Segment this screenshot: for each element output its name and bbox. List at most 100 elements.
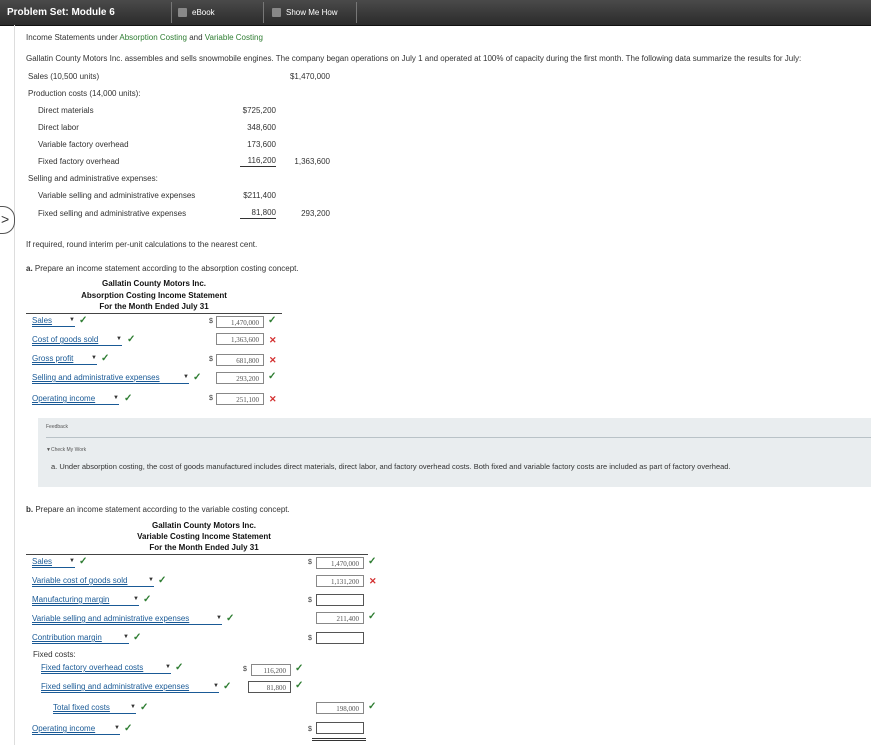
check-icon: ✓ [295, 663, 304, 674]
selling-admin-expenses-select[interactable]: Selling and administrative expenses ▼ [32, 373, 189, 384]
production-costs-label: Production costs (14,000 units): [28, 89, 141, 98]
check-icon: ✓ [193, 372, 202, 383]
variable-selling-admin-input[interactable]: 211,400 [316, 612, 364, 624]
direct-labor-label: Direct labor [38, 123, 79, 132]
sales-label: Sales (10,500 units) [28, 72, 100, 81]
double-underline [312, 738, 366, 741]
fixed-selling-admin-label: Fixed selling and administrative expense… [38, 209, 187, 218]
show-me-how-button[interactable]: Show Me How [286, 8, 338, 17]
contribution-margin-input[interactable] [316, 632, 364, 644]
chevron-down-icon: ▼ [113, 395, 119, 401]
direct-labor-value: 348,600 [247, 123, 276, 132]
absorption-costing-link[interactable]: Absorption Costing [119, 33, 187, 42]
part-a-company: Gallatin County Motors Inc. [101, 279, 206, 288]
check-icon: ✓ [268, 371, 277, 382]
feedback-panel: Feedback ▼Check My Work a. Under absorpt… [38, 418, 871, 487]
fixed-selling-admin-input[interactable]: 81,800 [248, 681, 291, 693]
problem-set-title: Problem Set: Module 6 [7, 7, 115, 18]
chevron-down-icon: ▼ [123, 634, 129, 640]
variable-selling-admin-label: Variable selling and administrative expe… [38, 191, 196, 200]
production-total-value: 1,363,600 [294, 157, 330, 166]
ebook-button[interactable]: eBook [192, 8, 215, 17]
variable-selling-admin-value: $211,400 [243, 191, 276, 200]
variable-selling-admin-select[interactable]: Variable selling and administrative expe… [32, 614, 222, 625]
part-b-statement-title: Variable Costing Income Statement [137, 532, 271, 541]
feedback-label: Feedback [46, 424, 68, 430]
selling-admin-input[interactable]: 293,200 [216, 372, 264, 384]
feedback-rule [46, 437, 871, 438]
chevron-down-icon: ▼ [114, 725, 120, 731]
check-icon: ✓ [295, 680, 304, 691]
gross-profit-input[interactable]: 681,800 [216, 354, 264, 366]
check-my-work-toggle[interactable]: ▼Check My Work [46, 447, 86, 453]
fixed-factory-overhead-input[interactable]: 116,200 [251, 664, 291, 676]
problem-heading: Income Statements under Absorption Costi… [26, 33, 263, 42]
check-icon: ✓ [79, 556, 88, 567]
chevron-down-icon: ▼ [183, 374, 189, 380]
check-icon: ✓ [223, 681, 232, 692]
total-fixed-costs-select[interactable]: Total fixed costs ▼ [53, 703, 136, 714]
fixed-factory-overhead-label: Fixed factory overhead [38, 157, 120, 166]
cross-icon: ✕ [269, 335, 277, 345]
part-a-statement-title: Absorption Costing Income Statement [81, 291, 227, 300]
b-operating-income-select[interactable]: Operating income ▼ [32, 724, 120, 735]
operating-income-input[interactable]: 251,100 [216, 393, 264, 405]
part-b-company: Gallatin County Motors Inc. [151, 521, 256, 530]
rounding-note: If required, round interim per-unit calc… [26, 240, 258, 249]
toolbar-divider [171, 2, 172, 23]
fixed-selling-admin-select[interactable]: Fixed selling and administrative expense… [41, 682, 219, 693]
part-b-period: For the Month Ended July 31 [149, 543, 259, 552]
check-icon: ✓ [140, 702, 149, 713]
variable-costing-link[interactable]: Variable Costing [205, 33, 263, 42]
check-icon: ✓ [124, 393, 133, 404]
b-operating-income-input[interactable] [316, 722, 364, 734]
toolbar-divider [263, 2, 264, 23]
total-fixed-costs-input[interactable]: 198,000 [316, 702, 364, 714]
chevron-down-icon: ▼ [148, 577, 154, 583]
part-b-prompt: b. Prepare an income statement according… [26, 505, 290, 514]
fixed-factory-overhead-select[interactable]: Fixed factory overhead costs ▼ [41, 663, 171, 674]
part-a-header-rule [26, 313, 282, 314]
manufacturing-margin-input[interactable] [316, 594, 364, 606]
chevron-down-icon: ▼ [91, 355, 97, 361]
variable-cogs-select[interactable]: Variable cost of goods sold ▼ [32, 576, 154, 587]
part-a-prompt: a. Prepare an income statement according… [26, 264, 299, 273]
cogs-input[interactable]: 1,363,600 [216, 333, 264, 345]
check-icon: ✓ [101, 353, 110, 364]
video-icon [272, 8, 281, 17]
cross-icon: ✕ [369, 576, 377, 586]
sales-select[interactable]: Sales ▼ [32, 316, 75, 327]
left-rule [14, 25, 15, 745]
manufacturing-margin-select[interactable]: Manufacturing margin ▼ [32, 595, 139, 606]
contribution-margin-select[interactable]: Contribution margin ▼ [32, 633, 129, 644]
fixed-costs-label: Fixed costs: [33, 650, 76, 659]
cost-of-goods-sold-select[interactable]: Cost of goods sold ▼ [32, 335, 122, 346]
gross-profit-select[interactable]: Gross profit ▼ [32, 354, 97, 365]
sales-value: $1,470,000 [289, 72, 330, 81]
chevron-down-icon: ▼ [133, 596, 139, 602]
chevron-down-icon: ▼ [116, 336, 122, 342]
selling-admin-total-value: 293,200 [301, 209, 330, 218]
check-icon: ✓ [124, 723, 133, 734]
operating-income-select[interactable]: Operating income ▼ [32, 394, 119, 405]
feedback-text: a. Under absorption costing, the cost of… [51, 462, 731, 471]
b-sales-select[interactable]: Sales ▼ [32, 557, 75, 568]
check-icon: ✓ [268, 315, 277, 326]
intro-text: Gallatin County Motors Inc. assembles an… [26, 54, 802, 63]
check-icon: ✓ [368, 701, 377, 712]
check-icon: ✓ [175, 662, 184, 673]
chevron-right-icon: > [1, 211, 10, 227]
check-icon: ✓ [368, 556, 377, 567]
check-icon: ✓ [127, 334, 136, 345]
variable-cogs-input[interactable]: 1,131,200 [316, 575, 364, 587]
previous-nav-button[interactable]: > [0, 206, 15, 234]
top-toolbar: Problem Set: Module 6 eBook Show Me How [0, 0, 871, 26]
direct-materials-value: $725,200 [242, 106, 276, 115]
check-icon: ✓ [226, 613, 235, 624]
b-sales-input[interactable]: 1,470,000 [316, 557, 364, 569]
selling-admin-label: Selling and administrative expenses: [28, 174, 158, 183]
sales-input[interactable]: 1,470,000 [216, 316, 264, 328]
check-icon: ✓ [143, 594, 152, 605]
check-icon: ✓ [158, 575, 167, 586]
variable-factory-overhead-value: 173,600 [247, 140, 276, 149]
